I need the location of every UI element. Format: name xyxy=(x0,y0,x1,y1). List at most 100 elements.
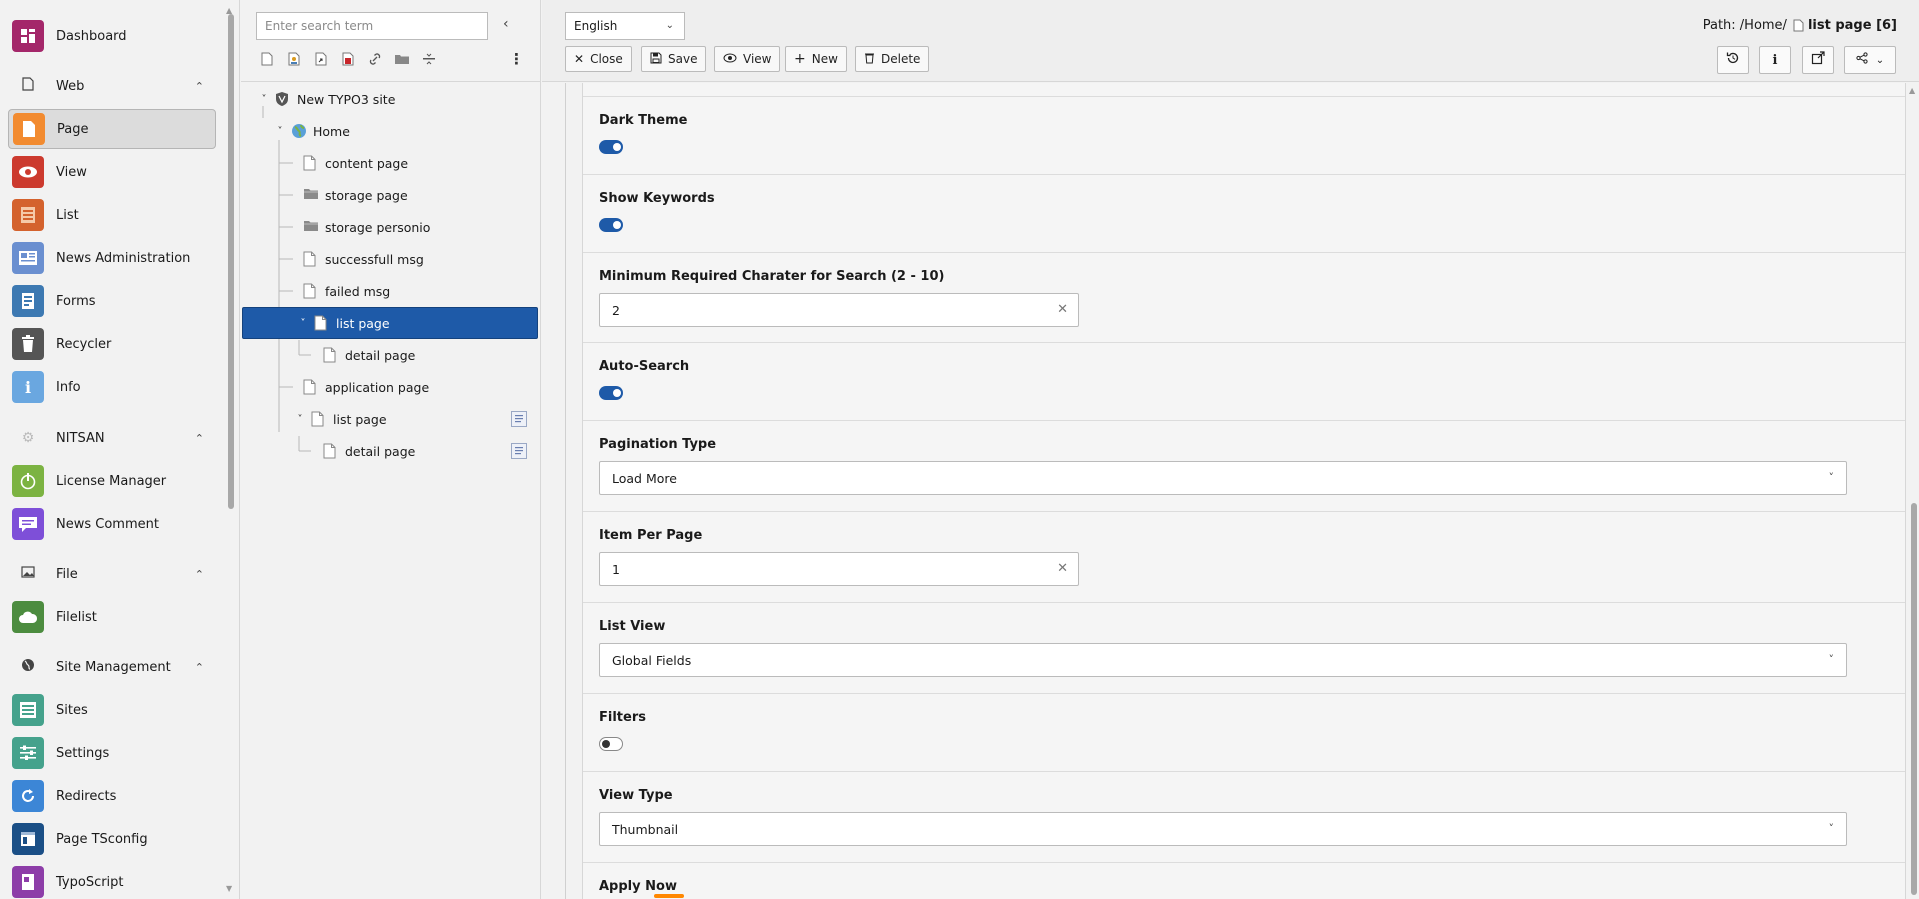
module-menu-scrollbar[interactable] xyxy=(228,14,234,509)
tree-node[interactable]: successfull msg xyxy=(293,243,424,275)
module-settings[interactable]: Settings xyxy=(8,733,216,773)
select-dropdown[interactable]: Load More ˅ xyxy=(599,461,1847,495)
content-element-icon[interactable] xyxy=(511,443,527,459)
module-forms[interactable]: Forms xyxy=(8,281,216,321)
chevron-down-icon[interactable]: ˅ xyxy=(257,94,271,105)
toggle-switch[interactable] xyxy=(599,737,623,751)
tree-node[interactable]: ˅ Home xyxy=(273,115,350,147)
history-button[interactable] xyxy=(1717,46,1749,74)
tree-node-label: New TYPO3 site xyxy=(297,91,396,107)
plus-icon: + xyxy=(794,51,806,67)
form-row-top xyxy=(583,83,1905,97)
chevron-down-icon[interactable]: ˅ xyxy=(273,126,287,137)
module-dashboard[interactable]: Dashboard xyxy=(8,16,216,56)
tree-node[interactable]: detail page xyxy=(313,435,415,467)
tree-node[interactable]: ˅ list page xyxy=(242,307,538,339)
delete-button[interactable]: Delete xyxy=(855,46,930,72)
open-new-window-button[interactable] xyxy=(1802,46,1834,74)
module-filelist[interactable]: Filelist xyxy=(8,597,216,637)
view-button[interactable]: View xyxy=(714,46,781,72)
toggle-switch[interactable] xyxy=(599,140,623,154)
module-sites[interactable]: Sites xyxy=(8,690,216,730)
toggle-switch[interactable] xyxy=(599,386,623,400)
share-button[interactable]: ⌄ xyxy=(1844,46,1896,74)
chevron-up-icon[interactable]: ⌃ xyxy=(195,80,204,93)
page-icon xyxy=(1793,19,1804,32)
module-list[interactable]: List xyxy=(8,195,216,235)
tree-node-label: Home xyxy=(313,123,350,139)
module-news-administration[interactable]: News Administration xyxy=(8,238,216,278)
chevron-down-icon[interactable]: ˅ xyxy=(296,318,310,329)
scroll-down-icon[interactable]: ▼ xyxy=(226,884,232,893)
page-icon xyxy=(323,443,337,459)
form-field: Minimum Required Charater for Search (2 … xyxy=(583,253,1905,343)
content-scrollbar[interactable] xyxy=(1911,503,1917,895)
document-icon xyxy=(12,77,44,95)
module-news-comment[interactable]: News Comment xyxy=(8,504,216,544)
group-web[interactable]: Web ⌃ xyxy=(8,71,216,101)
scroll-up-icon[interactable]: ▲ xyxy=(1909,86,1915,95)
typoscript-icon xyxy=(12,866,44,898)
history-icon xyxy=(1726,51,1740,69)
tree-node[interactable]: storage page xyxy=(293,179,408,211)
page-tree: ‹ ⋮ ˅New TYPO3 site˅Homecon xyxy=(241,0,541,899)
record-edit-form: Dark Theme Show Keywords Minimum Required … xyxy=(542,83,1919,899)
module-info[interactable]: i Info xyxy=(8,367,216,407)
chevron-up-icon[interactable]: ⌃ xyxy=(195,661,204,674)
select-value: Thumbnail xyxy=(612,821,679,837)
dashboard-icon xyxy=(12,20,44,52)
module-label: Redirects xyxy=(56,788,117,804)
chevron-down-icon[interactable]: ˅ xyxy=(293,414,307,425)
module-view[interactable]: View xyxy=(8,152,216,192)
new-button[interactable]: + New xyxy=(785,46,847,72)
module-label: TypoScript xyxy=(56,874,124,890)
clear-icon[interactable]: ✕ xyxy=(1057,561,1068,576)
save-button[interactable]: Save xyxy=(641,46,707,72)
module-label: License Manager xyxy=(56,473,167,489)
sliders-icon xyxy=(12,737,44,769)
tree-node[interactable]: content page xyxy=(293,147,408,179)
tree-node[interactable]: application page xyxy=(293,371,429,403)
share-icon xyxy=(1856,52,1868,68)
select-dropdown[interactable]: Global Fields ˅ xyxy=(599,643,1847,677)
text-input[interactable]: 1 ✕ xyxy=(599,552,1079,586)
tree-node-label: content page xyxy=(325,155,409,171)
language-select[interactable]: English ⌄ xyxy=(565,12,685,40)
select-value: Global Fields xyxy=(612,652,692,668)
power-icon xyxy=(12,465,44,497)
toggle-switch[interactable] xyxy=(599,218,623,232)
form-field: Filters xyxy=(583,694,1905,772)
group-nitsan[interactable]: ⚙ NITSAN ⌃ xyxy=(8,423,216,453)
text-input[interactable]: 2 ✕ xyxy=(599,293,1079,327)
module-label: Page xyxy=(57,121,89,137)
module-label: Filelist xyxy=(56,609,97,625)
tree-node-label: failed msg xyxy=(325,283,391,299)
chevron-down-icon: ˅ xyxy=(1828,822,1835,835)
module-page-tsconfig[interactable]: Page TSconfig xyxy=(8,819,216,859)
tree-node-label: storage personio xyxy=(325,219,431,235)
module-typoscript[interactable]: TypoScript xyxy=(8,862,216,899)
module-page[interactable]: Page xyxy=(8,109,216,149)
page-icon xyxy=(303,155,317,171)
module-license-manager[interactable]: License Manager xyxy=(8,461,216,501)
tree-node[interactable]: detail page xyxy=(313,339,415,371)
module-redirects[interactable]: Redirects xyxy=(8,776,216,816)
page-icon xyxy=(13,113,45,145)
content-element-icon[interactable] xyxy=(511,411,527,427)
tree-node[interactable]: storage personio xyxy=(293,211,430,243)
select-dropdown[interactable]: Thumbnail ˅ xyxy=(599,812,1847,846)
tree-node[interactable]: failed msg xyxy=(293,275,390,307)
chevron-up-icon[interactable]: ⌃ xyxy=(195,568,204,581)
eye-icon xyxy=(12,156,44,188)
tree-node[interactable]: ˅ list page xyxy=(293,403,387,435)
group-file[interactable]: File ⌃ xyxy=(8,559,216,589)
tree-node[interactable]: ˅ New TYPO3 site xyxy=(257,83,396,115)
close-button[interactable]: ✕ Close xyxy=(565,46,632,72)
module-recycler[interactable]: Recycler xyxy=(8,324,216,364)
group-label: NITSAN xyxy=(56,430,105,446)
info-button[interactable]: i xyxy=(1759,46,1791,74)
clear-icon[interactable]: ✕ xyxy=(1057,302,1068,317)
chevron-up-icon[interactable]: ⌃ xyxy=(195,432,204,445)
image-icon xyxy=(12,566,44,582)
group-site-management[interactable]: Site Management ⌃ xyxy=(8,652,216,682)
